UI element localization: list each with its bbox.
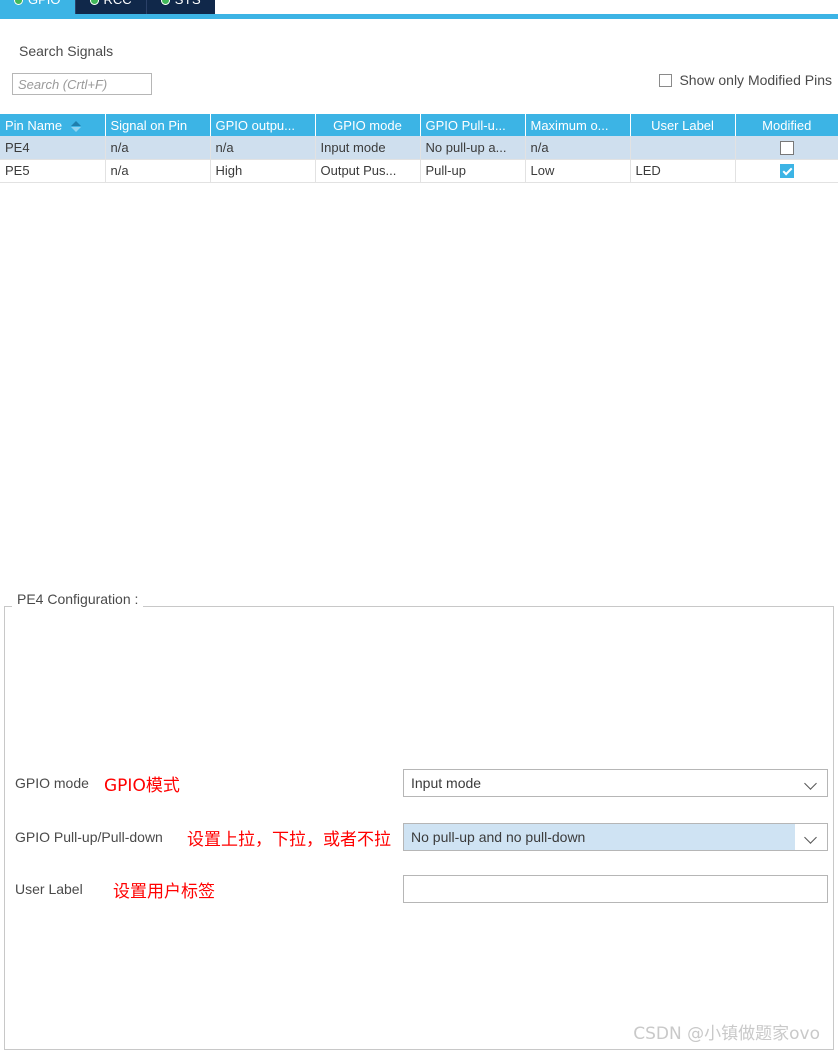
- pin-configuration-table: Pin Name Signal on Pin GPIO outpu... GPI…: [0, 114, 838, 183]
- cell-user-label: [630, 136, 736, 160]
- gpio-pull-label: GPIO Pull-up/Pull-down: [15, 829, 163, 845]
- column-header-gpio-pull-up-pull-down[interactable]: GPIO Pull-u...: [420, 114, 526, 136]
- cell-signal-on-pin: n/a: [105, 136, 211, 160]
- cell-gpio-output: n/a: [210, 136, 316, 160]
- gpio-pull-value: No pull-up and no pull-down: [411, 829, 586, 845]
- cell-gpio-mode: Output Pus...: [315, 159, 421, 183]
- cell-maximum-output: n/a: [525, 136, 631, 160]
- user-label-label: User Label: [15, 881, 83, 897]
- user-label-row: User Label 设置用户标签: [0, 875, 838, 903]
- column-header-modified[interactable]: Modified: [735, 114, 838, 136]
- gpio-mode-annotation: GPIO模式: [104, 775, 180, 796]
- table-row[interactable]: PE5 n/a High Output Pus... Pull-up Low L…: [0, 159, 838, 183]
- gpio-pull-annotation: 设置上拉，下拉，或者不拉: [187, 829, 391, 850]
- column-header-gpio-output[interactable]: GPIO outpu...: [210, 114, 316, 136]
- user-label-field[interactable]: [403, 875, 828, 903]
- tab-gpio-label: GPIO: [28, 0, 61, 6]
- tab-sys[interactable]: SYS: [145, 0, 215, 14]
- cell-user-label: LED: [630, 159, 736, 183]
- column-header-user-label[interactable]: User Label: [630, 114, 736, 136]
- cell-modified[interactable]: [735, 159, 838, 183]
- watermark: CSDN @小镇做题家ovo: [633, 1024, 820, 1044]
- modified-checkbox-unchecked[interactable]: [779, 141, 794, 156]
- green-led-icon: [89, 0, 99, 5]
- search-signals-label: Search Signals: [19, 43, 114, 59]
- column-header-gpio-mode[interactable]: GPIO mode: [315, 114, 421, 136]
- cell-gpio-pull: No pull-up a...: [420, 136, 526, 160]
- sort-ascending-icon[interactable]: [70, 120, 81, 132]
- show-only-modified-pins-filter[interactable]: Show only Modified Pins: [659, 72, 832, 88]
- gpio-mode-dropdown[interactable]: Input mode: [403, 769, 828, 797]
- cell-maximum-output: Low: [525, 159, 631, 183]
- pin-configuration-title: PE4 Configuration :: [12, 591, 144, 607]
- tab-strip: GPIO RCC SYS: [0, 0, 838, 14]
- gpio-mode-row: GPIO mode GPIO模式 Input mode: [0, 769, 838, 797]
- cell-modified[interactable]: [735, 136, 838, 160]
- cell-pin-name: PE5: [0, 159, 106, 183]
- show-only-modified-pins-checkbox[interactable]: [659, 73, 673, 87]
- cell-signal-on-pin: n/a: [105, 159, 211, 183]
- gpio-pull-dropdown[interactable]: No pull-up and no pull-down: [403, 823, 828, 851]
- gpio-mode-value: Input mode: [411, 775, 482, 791]
- tab-underline-bar: [0, 14, 838, 19]
- chevron-down-icon[interactable]: [795, 770, 827, 796]
- cell-gpio-pull: Pull-up: [420, 159, 526, 183]
- column-header-pin-name-label: Pin Name: [5, 117, 63, 133]
- table-row[interactable]: PE4 n/a n/a Input mode No pull-up a... n…: [0, 136, 838, 160]
- green-led-icon: [160, 0, 170, 5]
- user-label-annotation: 设置用户标签: [113, 881, 215, 902]
- search-input[interactable]: [12, 73, 152, 95]
- column-header-pin-name[interactable]: Pin Name: [0, 114, 106, 136]
- tab-rcc[interactable]: RCC: [74, 0, 146, 14]
- green-led-icon: [14, 0, 23, 5]
- tab-gpio[interactable]: GPIO: [0, 0, 75, 14]
- chevron-down-icon[interactable]: [795, 824, 827, 850]
- cell-gpio-mode: Input mode: [315, 136, 421, 160]
- table-header-row: Pin Name Signal on Pin GPIO outpu... GPI…: [0, 114, 838, 136]
- cell-pin-name: PE4: [0, 136, 106, 160]
- modified-checkbox-checked[interactable]: [779, 164, 794, 179]
- show-only-modified-pins-label: Show only Modified Pins: [679, 72, 832, 88]
- tab-sys-label: SYS: [175, 0, 201, 6]
- cell-gpio-output: High: [210, 159, 316, 183]
- gpio-mode-label: GPIO mode: [15, 775, 89, 791]
- gpio-pull-row: GPIO Pull-up/Pull-down 设置上拉，下拉，或者不拉 No p…: [0, 823, 838, 851]
- column-header-maximum-output[interactable]: Maximum o...: [525, 114, 631, 136]
- tab-rcc-label: RCC: [104, 0, 132, 6]
- column-header-signal-on-pin[interactable]: Signal on Pin: [105, 114, 211, 136]
